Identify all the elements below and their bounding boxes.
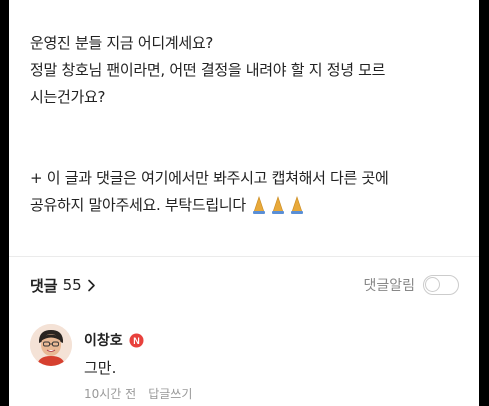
avatar[interactable] [30,324,72,366]
badge-letter: N [133,336,140,346]
post-line: 시는건가요? [30,88,106,106]
comment-author[interactable]: 이창호 [84,330,123,350]
section-divider [9,256,479,257]
toggle-knob [425,277,440,292]
reply-button[interactable]: 답글쓰기 [148,385,192,402]
comment-alarm-label: 댓글알림 [363,278,415,294]
comment-author-row: 이창호 N [84,330,444,350]
comment-time: 10시간 전 [84,387,137,401]
folded-hands-icon [250,196,310,214]
chevron-right-icon [87,279,95,291]
comment-text: 그만. [84,359,117,377]
new-badge-icon: N [129,333,144,347]
notice-text: 공유하지 말아주세요. 부탁드립니다 [30,196,246,214]
post-page: 운영진 분들 지금 어디계세요? 정말 창호님 팬이라면, 어떤 결정을 내려야… [9,0,479,406]
comment-meta: 10시간 전 답글쓰기 [84,385,444,402]
comments-count: 55 [62,276,82,294]
post-line: 정말 창호님 팬이라면, 어떤 결정을 내려야 할 지 정녕 모르 [30,61,386,79]
left-edge [0,0,9,406]
comment-count-link[interactable]: 댓글 55 [30,275,96,296]
comment-alarm-toggle[interactable] [423,275,459,295]
screen: 운영진 분들 지금 어디계세요? 정말 창호님 팬이라면, 어떤 결정을 내려야… [0,0,489,406]
notice-line: + 이 글과 댓글은 여기에서만 봐주시고 캡쳐해서 다른 곳에 [30,169,389,187]
post-body: 운영진 분들 지금 어디계세요? 정말 창호님 팬이라면, 어떤 결정을 내려야… [30,30,470,220]
post-line: 운영진 분들 지금 어디계세요? [30,34,214,52]
notice-line: 공유하지 말아주세요. 부탁드립니다 [30,192,470,220]
comments-header: 댓글 55 댓글알림 [30,270,459,300]
comment-alarm: 댓글알림 [363,275,459,295]
comments-label: 댓글 [30,276,58,295]
right-edge [479,0,489,406]
comment-body: 이창호 N 그만. 10시간 전 답글쓰기 [84,330,444,402]
